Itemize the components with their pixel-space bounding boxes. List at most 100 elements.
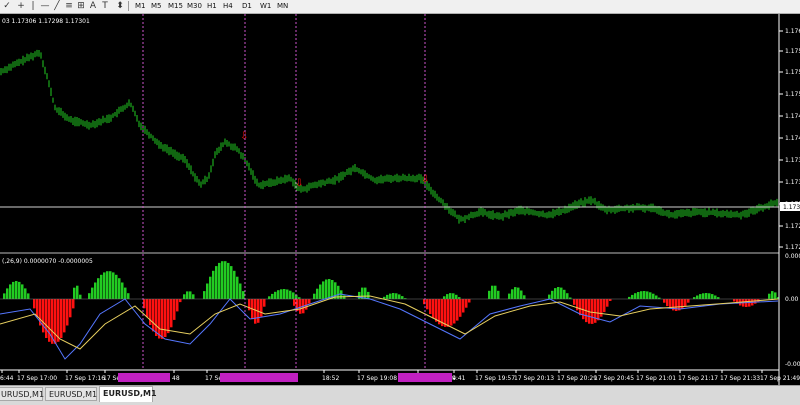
macd-histogram-bar xyxy=(646,291,649,299)
time-marker-highlight xyxy=(220,373,298,382)
macd-histogram-bar xyxy=(714,295,717,299)
macd-histogram-bar xyxy=(161,299,164,339)
macd-histogram-bar xyxy=(176,299,179,312)
macd-histogram-bar xyxy=(367,291,370,299)
label-icon[interactable]: T xyxy=(100,0,110,12)
time-axis-label: 9:41 xyxy=(452,375,466,382)
timeframe-mn-button[interactable]: MN xyxy=(277,0,288,12)
chart-tab-active[interactable]: EURUSD,M1 xyxy=(99,386,157,402)
crosshair-icon[interactable]: + xyxy=(16,0,26,12)
macd-histogram-bar xyxy=(432,299,435,319)
macd-histogram-bar xyxy=(696,295,699,299)
macd-histogram-bar xyxy=(73,287,76,299)
macd-histogram-bar xyxy=(60,299,63,338)
timeframe-m30-button[interactable]: M30 xyxy=(187,0,202,12)
macd-histogram-bar xyxy=(392,293,395,299)
chart-tab-label: EURUSD,M1 xyxy=(103,389,157,398)
macd-histogram-bar xyxy=(462,299,465,313)
macd-histogram-bar xyxy=(328,279,331,299)
time-axis-label: 17 Sep 20:13 xyxy=(514,375,554,382)
time-axis-label: 17 Sep 21:01 xyxy=(636,375,676,382)
macd-histogram-bar xyxy=(124,287,127,299)
macd-histogram-bar xyxy=(548,294,551,299)
macd-histogram-bar xyxy=(551,290,554,299)
macd-histogram-bar xyxy=(57,299,60,342)
chart-canvas[interactable]: ⇩⇩⇩ 03 1.17306 1.17298 1.17301 (,26,9) 0… xyxy=(0,14,800,385)
timeframe-m15-button[interactable]: M15 xyxy=(168,0,183,12)
timeframe-m5-button[interactable]: M5 xyxy=(151,0,162,12)
macd-histogram-bar xyxy=(426,299,429,310)
price-axis-label: 1.17625 xyxy=(785,28,800,35)
macd-histogram-bar xyxy=(702,293,705,299)
macd-histogram-bar xyxy=(768,293,771,299)
check-icon[interactable]: ✓ xyxy=(2,0,12,12)
price-axis-label: 1.17385 xyxy=(785,157,800,164)
macd-histogram-bar xyxy=(364,287,367,299)
macd-histogram-bar xyxy=(444,299,447,327)
macd-histogram-bar xyxy=(771,291,774,299)
macd-histogram-bar xyxy=(173,299,176,320)
macd-histogram-bar xyxy=(325,279,328,299)
price-pane: ⇩⇩⇩ xyxy=(0,49,779,224)
vertical-line-icon[interactable]: | xyxy=(28,0,38,12)
timeframe-h4-button[interactable]: H4 xyxy=(223,0,233,12)
macd-histogram-bar xyxy=(511,289,514,299)
macd-histogram-bar xyxy=(76,285,79,299)
chart-tab-label: URUSD,M1 xyxy=(1,390,45,399)
channel-icon[interactable]: ≡ xyxy=(64,0,74,12)
macd-histogram-bar xyxy=(283,289,286,299)
macd-histogram-bar xyxy=(179,299,182,303)
macd-histogram-bar xyxy=(274,291,277,299)
macd-histogram-bar xyxy=(313,293,316,299)
macd-histogram-bar xyxy=(69,299,72,318)
macd-histogram-bar xyxy=(230,266,233,299)
macd-histogram-bar xyxy=(717,297,720,299)
macd-histogram-bar xyxy=(579,299,582,316)
chart-window[interactable]: ⇩⇩⇩ 03 1.17306 1.17298 1.17301 (,26,9) 0… xyxy=(0,14,800,385)
fibonacci-icon[interactable]: ⊞ xyxy=(76,0,86,12)
macd-histogram-bar xyxy=(227,262,230,299)
time-axis-label: 17 Sep 20:29 xyxy=(557,375,597,382)
macd-histogram-bar xyxy=(308,299,311,304)
arrows-icon[interactable]: ⬍ xyxy=(114,0,126,12)
chart-tab[interactable]: EURUSD,M1 xyxy=(45,387,97,401)
macd-histogram-bar xyxy=(236,276,239,299)
macd-histogram-bar xyxy=(48,299,51,342)
macd-histogram-bar xyxy=(319,284,322,299)
macd-histogram-bar xyxy=(494,285,497,299)
time-axis-label: 17 Sep 21:49 xyxy=(760,375,800,382)
price-axis-label: 1.17225 xyxy=(785,244,800,251)
macd-histogram-bar xyxy=(597,299,600,321)
timeframe-d1-button[interactable]: D1 xyxy=(242,0,252,12)
macd-histogram-bar xyxy=(109,271,112,299)
horizontal-line-icon[interactable]: — xyxy=(40,0,50,12)
macd-histogram-bar xyxy=(666,299,669,307)
macd-histogram-bar xyxy=(443,296,446,299)
macd-histogram-bar xyxy=(708,293,711,299)
macd-histogram-bar xyxy=(100,274,103,299)
timeframe-h1-button[interactable]: H1 xyxy=(207,0,217,12)
macd-histogram-bar xyxy=(155,299,158,336)
timeframe-w1-button[interactable]: W1 xyxy=(260,0,271,12)
macd-histogram-bar xyxy=(12,281,15,299)
time-axis-label: 17 Sep 17:16 xyxy=(65,375,105,382)
trendline-icon[interactable]: ╱ xyxy=(52,0,62,12)
macd-histogram-bar xyxy=(9,284,12,299)
time-axis-label: 48 xyxy=(172,375,180,382)
macd-histogram-bar xyxy=(560,287,563,299)
text-icon[interactable]: A xyxy=(88,0,98,12)
macd-histogram-bar xyxy=(305,299,308,310)
macd-axis: 0.000252 0.00 -0.000040 xyxy=(785,253,800,368)
macd-histogram-bar xyxy=(215,266,218,299)
macd-histogram-bar xyxy=(18,281,21,299)
price-axis-label: 1.17345 xyxy=(785,179,800,186)
timeframe-m1-button[interactable]: M1 xyxy=(135,0,146,12)
macd-histogram-bar xyxy=(79,294,82,299)
macd-histogram-bar xyxy=(254,299,257,324)
chart-tab[interactable]: URUSD,M1 xyxy=(0,387,45,401)
macd-histogram-bar xyxy=(152,299,155,332)
time-axis-label: 17 Sep 21:33 xyxy=(720,375,760,382)
current-price-label: 1.17301 xyxy=(783,204,800,211)
macd-histogram-bar xyxy=(395,293,398,299)
macd-axis-label: 0.000252 xyxy=(785,253,800,260)
